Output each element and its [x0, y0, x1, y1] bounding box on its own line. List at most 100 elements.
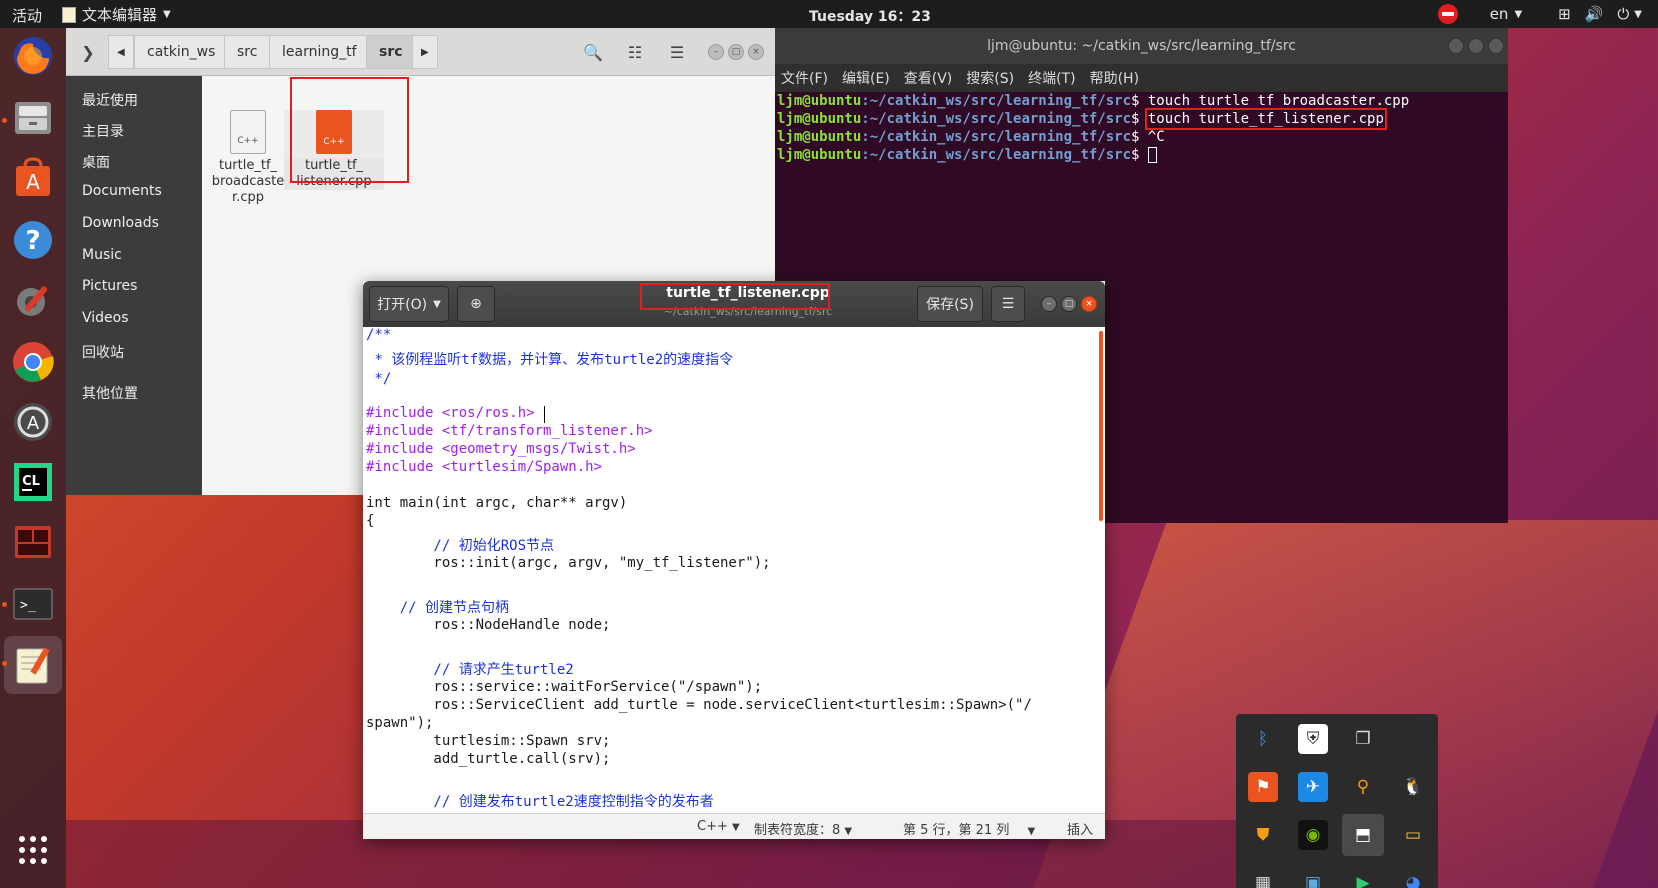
- bookmark-app-icon[interactable]: ⚑: [1248, 772, 1278, 802]
- terminal-line: ljm@ubuntu:~/catkin_ws/src/learning_tf/s…: [777, 93, 1410, 109]
- code-line: #include <ros/ros.h>: [366, 405, 535, 421]
- menu-search[interactable]: 搜索(S): [966, 68, 1014, 88]
- code-line: #include <tf/transform_listener.h>: [366, 423, 653, 439]
- show-apps-icon[interactable]: [9, 826, 57, 874]
- active-indicator: [2, 602, 7, 607]
- sidebar-item-desktop[interactable]: 桌面: [82, 152, 110, 172]
- nvidia-icon[interactable]: ◉: [1298, 820, 1328, 850]
- terminator-icon[interactable]: [9, 518, 57, 566]
- teamviewer-icon[interactable]: ✈: [1298, 772, 1328, 802]
- language-selector[interactable]: C++ ▼: [697, 819, 740, 834]
- menu-edit[interactable]: 编辑(E): [842, 68, 890, 88]
- chrome-small-icon[interactable]: ◕: [1398, 868, 1428, 888]
- search-icon[interactable]: 🔍: [575, 35, 611, 69]
- app-menu[interactable]: 文本编辑器 ▼: [62, 4, 171, 25]
- menu-icon[interactable]: ☰: [659, 35, 695, 69]
- maximize-button[interactable]: □: [1061, 296, 1077, 312]
- photos-icon[interactable]: ▣: [1298, 868, 1328, 888]
- tux-icon[interactable]: 🐧: [1398, 772, 1428, 802]
- terminal-icon[interactable]: >_: [9, 580, 57, 628]
- software-center-icon[interactable]: A: [9, 154, 57, 202]
- chevron-down-icon: ▼: [844, 826, 853, 837]
- code-editor[interactable]: /** * 该例程监听tf数据，并计算、发布turtle2的速度指令 */ #i…: [363, 327, 1105, 813]
- highlight-box: [640, 283, 830, 310]
- path-segment-src-current[interactable]: src: [366, 35, 416, 69]
- firefox-icon[interactable]: [9, 32, 57, 80]
- minimize-button[interactable]: –: [1448, 38, 1464, 54]
- copy-window-icon[interactable]: ❐: [1348, 724, 1378, 754]
- sidebar-item-trash[interactable]: 回收站: [82, 342, 124, 362]
- clock[interactable]: Tuesday 16：23: [809, 6, 931, 26]
- menu-help[interactable]: 帮助(H): [1090, 68, 1139, 88]
- language-label: en: [1489, 5, 1509, 23]
- clion-icon[interactable]: CL: [9, 458, 57, 506]
- network-icon[interactable]: ⊞: [1558, 5, 1571, 23]
- sidebar-item-other-locations[interactable]: 其他位置: [82, 383, 138, 403]
- terminal-output[interactable]: ljm@ubuntu:~/catkin_ws/src/learning_tf/s…: [777, 92, 1506, 164]
- code-line: // 创建发布turtle2速度控制指令的发布者: [366, 794, 714, 810]
- editor-statusbar: C++ ▼ 制表符宽度：8 ▼ 第 5 行，第 21 列 ▼ 插入: [363, 813, 1105, 839]
- minimize-button[interactable]: –: [708, 44, 724, 60]
- path-back-button[interactable]: ◀: [108, 35, 134, 69]
- bluetooth-icon[interactable]: ᛒ: [1248, 724, 1278, 754]
- settings-icon[interactable]: [9, 276, 57, 324]
- menu-view[interactable]: 查看(V): [904, 68, 953, 88]
- file-item[interactable]: C++ turtle_tf_ broadcaste r.cpp: [198, 110, 298, 206]
- menu-icon: ☰: [1001, 296, 1015, 312]
- sidebar-item-downloads[interactable]: Downloads: [82, 215, 159, 231]
- activities-button[interactable]: 活动: [12, 5, 42, 26]
- scrollbar[interactable]: [1099, 331, 1103, 521]
- open-button[interactable]: 打开(O) ▼: [369, 286, 449, 322]
- chrome-icon[interactable]: [9, 338, 57, 386]
- text-editor-icon[interactable]: [4, 636, 62, 694]
- sidebar-item-pictures[interactable]: Pictures: [82, 278, 137, 294]
- power-icon[interactable]: ⏻ ▼: [1617, 5, 1642, 23]
- files-icon[interactable]: [9, 94, 57, 142]
- maximize-button[interactable]: □: [728, 44, 744, 60]
- language-indicator[interactable]: en ▼: [1490, 5, 1522, 23]
- vpn-shield-icon[interactable]: ⛊: [1248, 820, 1278, 850]
- terminal-menubar: 文件(F) 编辑(E) 查看(V) 搜索(S) 终端(T) 帮助(H): [775, 64, 1508, 92]
- sidebar-item-documents[interactable]: Documents: [82, 183, 162, 199]
- sidebar-item-videos[interactable]: Videos: [82, 310, 129, 326]
- search-icon[interactable]: ⚲: [1348, 772, 1378, 802]
- chevron-right-icon[interactable]: ❯: [70, 35, 106, 69]
- sidebar-item-home[interactable]: 主目录: [82, 121, 124, 141]
- new-document-button[interactable]: ⊕: [457, 286, 495, 322]
- view-toggle-icon[interactable]: ☷: [617, 35, 653, 69]
- bookmark-icon[interactable]: ⬒: [1342, 814, 1384, 856]
- path-segment-src[interactable]: src: [224, 35, 271, 69]
- do-not-disturb-icon[interactable]: [1437, 4, 1458, 24]
- hamburger-menu-button[interactable]: ☰: [991, 286, 1025, 322]
- calendar-icon[interactable]: ▦: [1248, 868, 1278, 888]
- close-button[interactable]: ×: [1081, 296, 1097, 312]
- volume-icon[interactable]: 🔊: [1585, 5, 1604, 23]
- save-button[interactable]: 保存(S): [917, 286, 983, 322]
- code-line: */: [366, 371, 392, 387]
- help-icon[interactable]: ?: [9, 216, 57, 264]
- close-button[interactable]: ×: [748, 44, 764, 60]
- shield-icon[interactable]: ⛨: [1298, 724, 1328, 754]
- software-updater-icon[interactable]: A: [9, 398, 57, 446]
- minimize-button[interactable]: –: [1041, 296, 1057, 312]
- window-icon[interactable]: ▭: [1398, 820, 1428, 850]
- sidebar-item-recent[interactable]: 最近使用: [82, 90, 138, 110]
- file-name: turtle_tf_ broadcaste r.cpp: [211, 158, 285, 205]
- chevron-down-icon: ▼: [732, 822, 740, 833]
- cursor-position[interactable]: 第 5 行，第 21 列 ▼: [903, 819, 1035, 838]
- maximize-button[interactable]: □: [1468, 38, 1484, 54]
- chevron-down-icon: ▼: [1514, 8, 1523, 20]
- close-button[interactable]: ×: [1488, 38, 1504, 54]
- path-segment-catkin-ws[interactable]: catkin_ws: [134, 35, 229, 69]
- menu-file[interactable]: 文件(F): [781, 68, 828, 88]
- path-segment-learning-tf[interactable]: learning_tf: [269, 35, 370, 69]
- menu-terminal[interactable]: 终端(T): [1028, 68, 1075, 88]
- path-forward-button[interactable]: ▶: [412, 35, 438, 69]
- svg-text:?: ?: [25, 226, 40, 256]
- terminal-line: ljm@ubuntu:~/catkin_ws/src/learning_tf/s…: [777, 146, 1506, 164]
- sidebar-item-music[interactable]: Music: [82, 247, 122, 263]
- tab-width-selector[interactable]: 制表符宽度：8 ▼: [754, 819, 852, 838]
- chevron-left-icon: ◀: [117, 46, 125, 58]
- play-icon[interactable]: ▶: [1348, 868, 1378, 888]
- top-panel: 活动 文本编辑器 ▼ Tuesday 16：23 en ▼ ⊞ 🔊 ⏻ ▼: [0, 0, 1658, 28]
